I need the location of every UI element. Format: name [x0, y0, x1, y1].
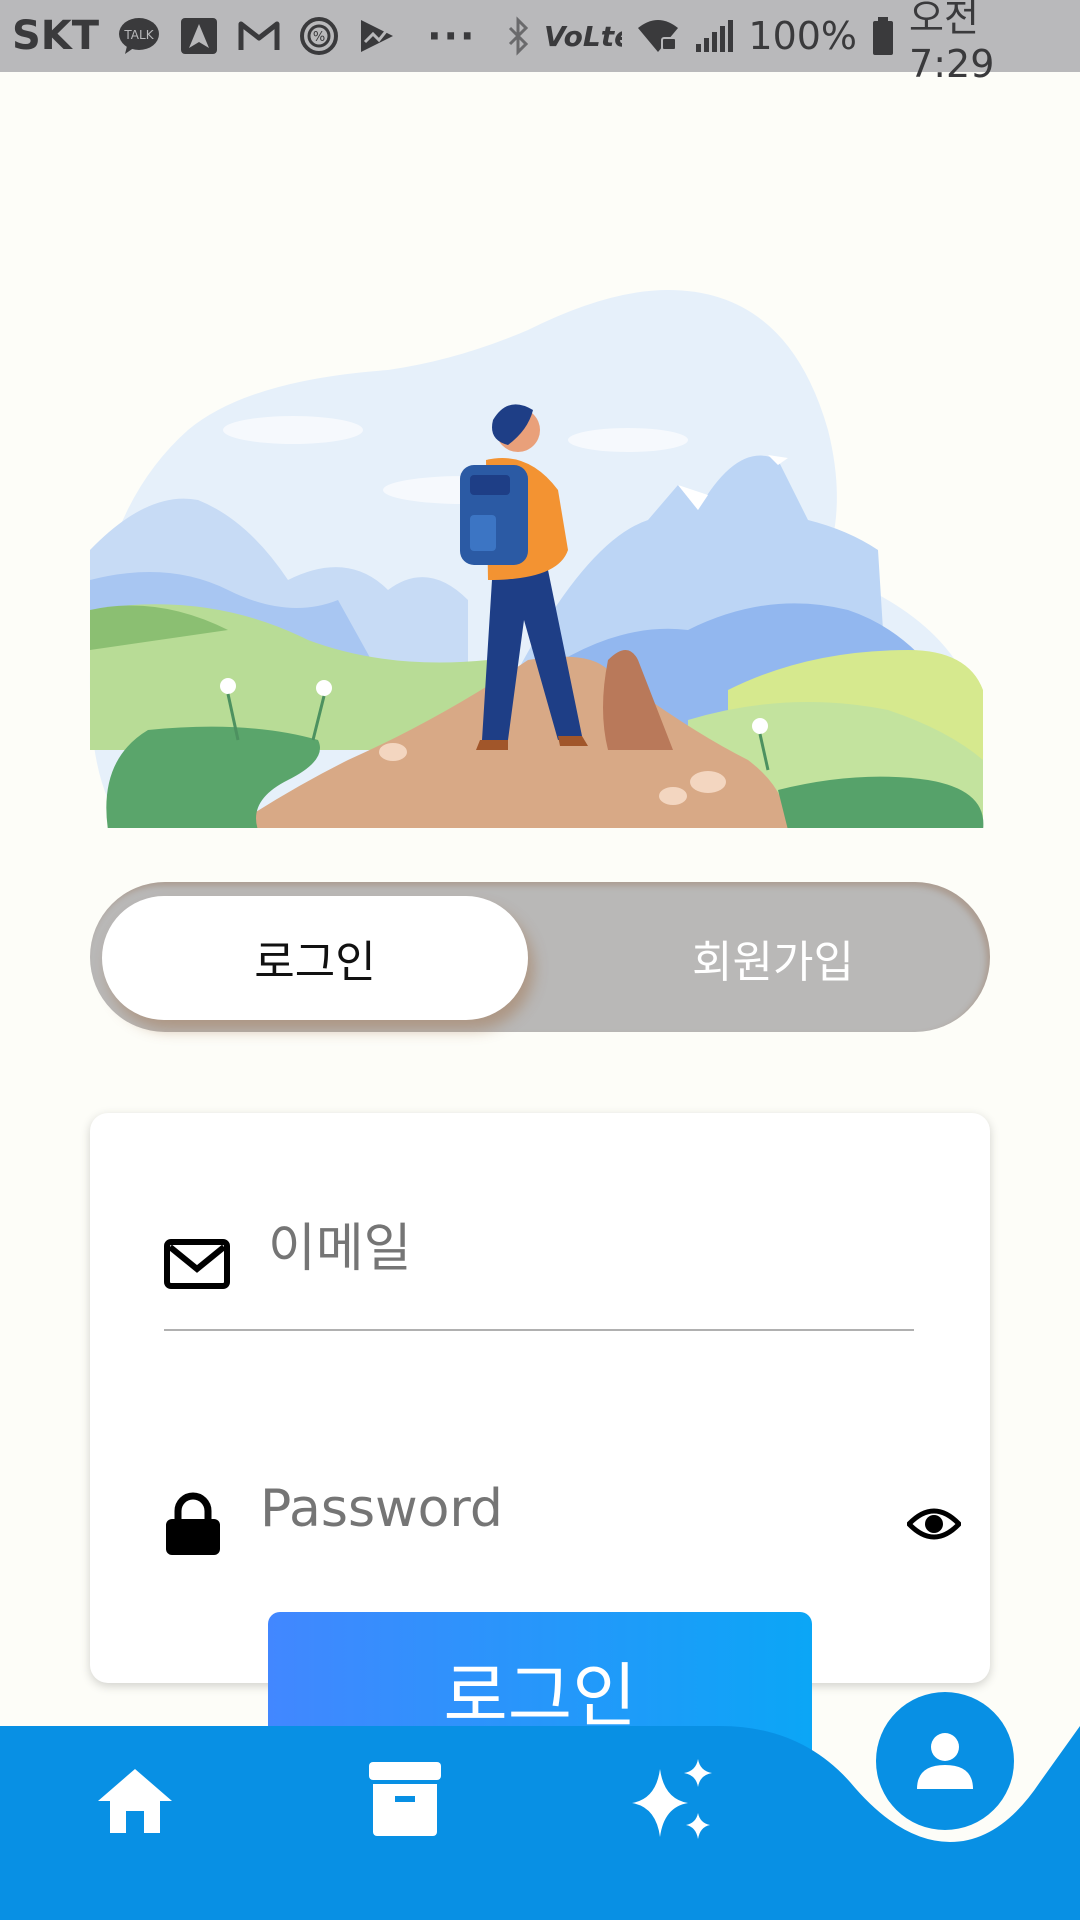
battery-percent: 100%	[748, 14, 858, 58]
svg-text:VoLte: VoLte	[544, 20, 622, 53]
profile-icon	[917, 1733, 973, 1789]
nav-sparkles-icon[interactable]	[628, 1758, 718, 1842]
kakaotalk-icon: TALK	[117, 16, 161, 56]
trend-icon	[357, 16, 397, 56]
bluetooth-icon	[506, 16, 530, 56]
clock: 오전 7:29	[909, 0, 995, 86]
nav-home-icon[interactable]	[92, 1758, 178, 1844]
wifi-icon	[636, 18, 680, 54]
status-bar: SKT TALK % ··· VoLte 100%	[0, 0, 1080, 86]
svg-text:TALK: TALK	[124, 28, 155, 42]
more-notifications-indicator: ···	[427, 14, 477, 58]
percent-icon: %	[299, 16, 339, 56]
email-field-row	[164, 1199, 915, 1331]
carrier-label: SKT	[12, 13, 100, 59]
lock-icon	[164, 1491, 222, 1557]
email-input[interactable]	[268, 1219, 915, 1279]
auth-mode-toggle: 로그인 회원가입	[90, 882, 990, 1032]
hiker-illustration	[89, 290, 984, 828]
battery-icon	[871, 16, 895, 56]
show-password-eye-icon[interactable]	[907, 1506, 961, 1542]
nav-profile-button[interactable]	[876, 1692, 1014, 1830]
gmail-icon	[237, 18, 281, 54]
login-form-card	[90, 1113, 990, 1683]
password-field-row	[164, 1459, 961, 1589]
nav-archive-icon[interactable]	[362, 1756, 448, 1842]
signal-icon	[694, 18, 734, 54]
tab-signup[interactable]: 회원가입	[560, 896, 986, 1020]
tab-login[interactable]: 로그인	[102, 896, 528, 1020]
svg-text:%: %	[313, 30, 325, 45]
navigation-icon	[179, 16, 219, 56]
password-input[interactable]	[260, 1479, 907, 1539]
mail-icon	[164, 1239, 230, 1289]
volte-icon: VoLte	[544, 18, 622, 54]
